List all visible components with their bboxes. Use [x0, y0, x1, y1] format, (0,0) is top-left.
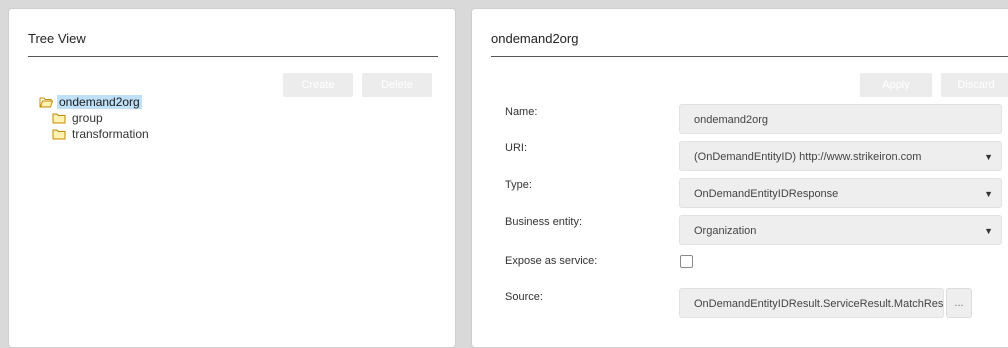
business-entity-label: Business entity: [505, 216, 583, 228]
type-select[interactable]: OnDemandEntityIDResponse ▼ [679, 178, 1002, 208]
folder-icon [52, 113, 66, 124]
expose-as-service-label: Expose as service: [505, 255, 598, 267]
business-entity-value: Organization [694, 225, 757, 237]
tree-node-transformation[interactable]: transformation [52, 126, 151, 142]
uri-select[interactable]: (OnDemandEntityID) http://www.strikeiron… [679, 141, 1002, 171]
name-value: ondemand2org [694, 114, 769, 126]
tree-view-panel: Tree View Create Delete ondemand2org gro… [8, 8, 456, 348]
folder-icon [52, 129, 66, 140]
type-label: Type: [505, 179, 532, 191]
business-entity-select[interactable]: Organization ▼ [679, 215, 1002, 245]
expose-as-service-checkbox[interactable] [680, 255, 693, 268]
tree-node-label: group [72, 111, 103, 125]
tree: ondemand2org group transformation [39, 94, 151, 142]
detail-title: ondemand2org [491, 31, 579, 46]
delete-button[interactable]: Delete [362, 73, 432, 97]
tree-node-group[interactable]: group [52, 110, 151, 126]
detail-panel: ondemand2org Apply Discard Name: ondeman… [471, 8, 1008, 348]
tree-node-label: ondemand2org [57, 95, 142, 109]
caret-down-icon: ▼ [984, 152, 993, 162]
caret-down-icon: ▼ [984, 226, 993, 236]
name-input[interactable]: ondemand2org [679, 104, 1002, 134]
discard-button[interactable]: Discard [941, 73, 1008, 97]
tree-view-title-divider [28, 56, 438, 57]
source-browse-button[interactable]: ... [946, 288, 972, 318]
source-label: Source: [505, 291, 543, 303]
create-button[interactable]: Create [283, 73, 353, 97]
uri-label: URI: [505, 142, 527, 154]
source-value: OnDemandEntityIDResult.ServiceResult.Mat… [694, 298, 944, 310]
caret-down-icon: ▼ [984, 189, 993, 199]
uri-value: (OnDemandEntityID) http://www.strikeiron… [694, 151, 922, 163]
tree-node-ondemand2org[interactable]: ondemand2org [39, 94, 151, 110]
name-label: Name: [505, 106, 538, 118]
tree-node-label: transformation [72, 127, 149, 141]
source-input[interactable]: OnDemandEntityIDResult.ServiceResult.Mat… [679, 288, 944, 318]
tree-view-title: Tree View [28, 31, 86, 46]
detail-title-divider [491, 56, 1008, 57]
type-value: OnDemandEntityIDResponse [694, 188, 839, 200]
apply-button[interactable]: Apply [860, 73, 932, 97]
folder-open-icon [39, 97, 53, 108]
